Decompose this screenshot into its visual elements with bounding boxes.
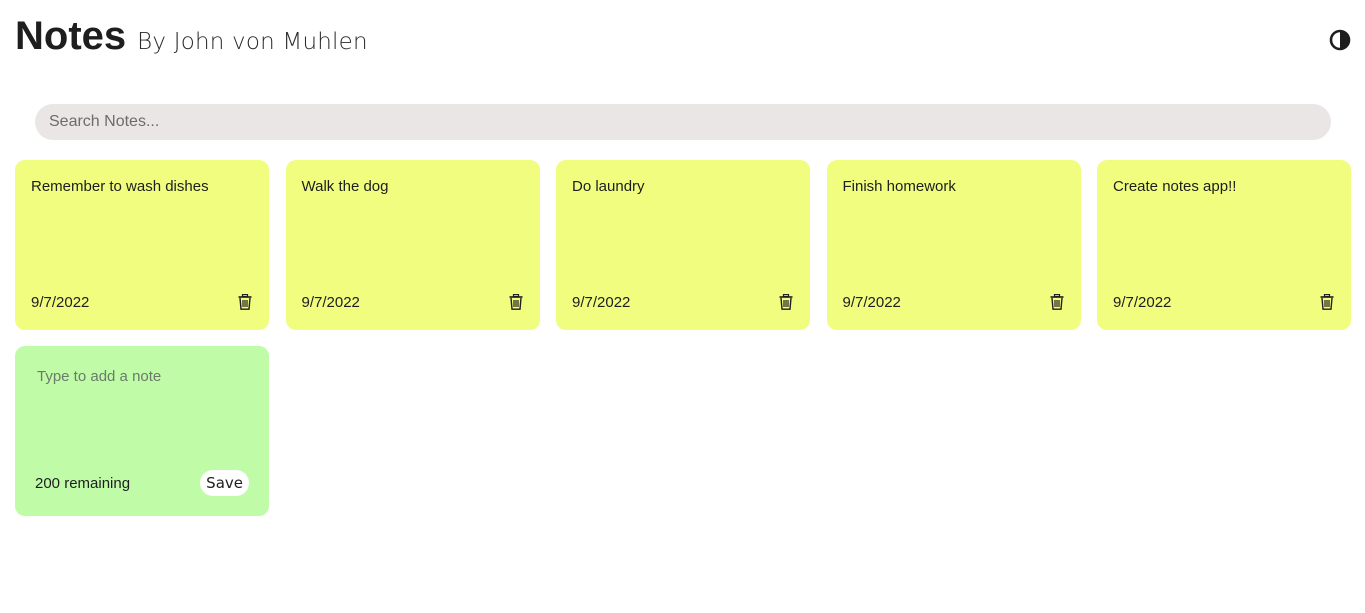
contrast-icon [1329,29,1351,51]
note-date: 9/7/2022 [842,293,901,311]
note-text: Walk the dog [301,178,389,195]
note-footer: 9/7/2022 [302,292,524,312]
note-date: 9/7/2022 [301,293,360,311]
search-input[interactable] [47,112,1319,132]
page-title: Notes [15,14,127,58]
note-card: Finish homework 9/7/2022 [826,160,1081,330]
note-date: 9/7/2022 [1113,293,1172,311]
note-card: Walk the dog 9/7/2022 [285,160,540,330]
notes-grid: Remember to wash dishes 9/7/2022 Walk th… [15,160,1351,516]
note-card: Create notes app!! 9/7/2022 [1097,160,1351,330]
header: Notes By John von Muhlen [15,12,368,60]
note-footer: 9/7/2022 [843,292,1065,312]
new-note-footer: 200 remaining Save [35,470,249,496]
page-subtitle: By John von Muhlen [137,29,368,55]
characters-remaining: 200 remaining [35,474,131,492]
note-footer: 9/7/2022 [572,292,794,312]
note-footer: 9/7/2022 [1113,292,1335,312]
app-container: Notes By John von Muhlen Remember to was… [0,0,1365,613]
note-date: 9/7/2022 [31,293,90,311]
new-note-textarea[interactable] [35,368,249,458]
note-footer: 9/7/2022 [31,292,253,312]
search-bar [35,104,1331,140]
new-note-card: 200 remaining Save [15,346,269,516]
note-text: Finish homework [842,178,956,195]
trash-icon[interactable] [1319,293,1335,311]
note-text: Remember to wash dishes [31,178,209,195]
trash-icon[interactable] [508,293,524,311]
theme-toggle-button[interactable] [1329,29,1351,51]
note-text: Do laundry [572,178,645,195]
trash-icon[interactable] [778,293,794,311]
note-card: Remember to wash dishes 9/7/2022 [15,160,269,330]
trash-icon[interactable] [237,293,253,311]
note-text: Create notes app!! [1113,178,1237,195]
note-date: 9/7/2022 [572,293,631,311]
note-card: Do laundry 9/7/2022 [556,160,810,330]
save-button[interactable]: Save [200,470,249,496]
trash-icon[interactable] [1049,293,1065,311]
